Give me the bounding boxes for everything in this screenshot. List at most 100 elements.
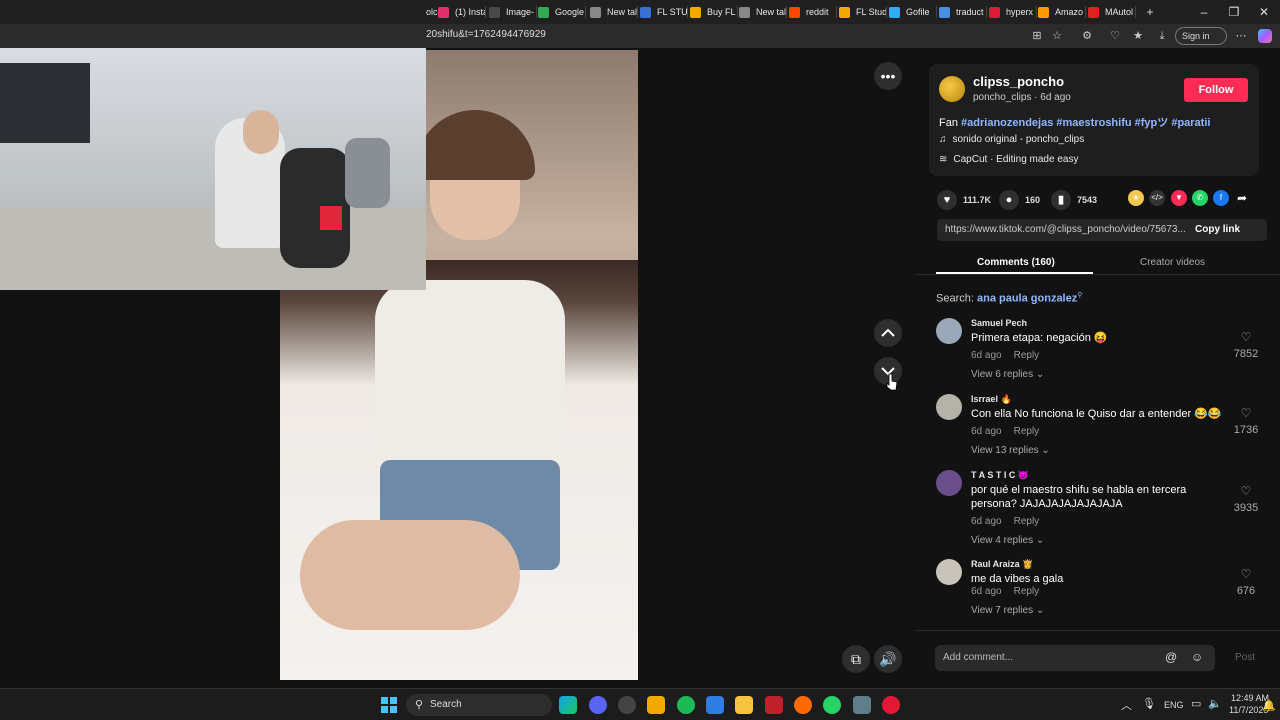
browser-tab[interactable]: Gofile <box>889 2 937 22</box>
obs-icon[interactable] <box>618 696 636 714</box>
browser-tab[interactable]: hyperx <box>989 2 1037 22</box>
save-stat[interactable]: ▮ 7543 <box>1051 190 1097 210</box>
reply-button[interactable]: Reply <box>1014 586 1040 597</box>
whatsapp-taskbar-icon[interactable] <box>823 696 841 714</box>
embed-icon[interactable]: </> <box>1149 190 1165 206</box>
search-term-link[interactable]: ana paula gonzalez <box>977 293 1077 305</box>
commenter-avatar[interactable] <box>936 559 962 585</box>
send-to-friends-icon[interactable]: ▼ <box>1171 190 1187 206</box>
extensions-icon[interactable]: ⚙ <box>1080 29 1094 43</box>
comment-input[interactable]: Add comment... @ ☺ <box>935 645 1215 671</box>
browser-tab[interactable]: FL Stud <box>839 2 887 22</box>
follow-button[interactable]: Follow <box>1184 78 1248 102</box>
tab-partial[interactable]: olc <box>426 2 438 22</box>
favorites-icon[interactable]: ★ <box>1131 29 1145 43</box>
app-available-icon[interactable]: ⊞ <box>1030 29 1044 43</box>
browser-tab[interactable]: MAutol <box>1088 2 1136 22</box>
author-avatar[interactable] <box>939 76 965 102</box>
show-hidden-icons-icon[interactable]: ︿ <box>1121 697 1132 713</box>
fl-studio-icon[interactable] <box>647 696 665 714</box>
repost-icon[interactable]: ★ <box>1128 190 1144 206</box>
new-tab-button[interactable]: + <box>1140 4 1160 20</box>
reply-button[interactable]: Reply <box>1014 516 1040 527</box>
favorite-star-icon[interactable]: ☆ <box>1050 29 1064 43</box>
hashtags[interactable]: #adrianozendejas #maestroshifu #fypツ #pa… <box>961 117 1210 129</box>
commenter-name[interactable]: T A S T I C 👿 <box>971 470 1029 481</box>
sound-row[interactable]: ♫ sonido original - poncho_clips <box>939 134 1084 145</box>
commenter-name[interactable]: Samuel Pech <box>971 318 1027 328</box>
edge-icon[interactable] <box>559 696 577 714</box>
view-replies-button[interactable]: View 6 replies ⌄ <box>971 369 1044 380</box>
browser-essentials-icon[interactable]: ♡ <box>1108 29 1122 43</box>
comment-stat[interactable]: ● 160 <box>999 190 1040 210</box>
like-stat[interactable]: ♥ 111.7K <box>937 190 991 210</box>
speaker-icon[interactable]: 🔈 <box>1208 697 1222 710</box>
browser-tab[interactable]: (1) Insta <box>438 2 486 22</box>
commenter-avatar[interactable] <box>936 470 962 496</box>
more-options-button[interactable]: ••• <box>874 62 902 90</box>
brave-icon[interactable] <box>794 696 812 714</box>
browser-tab[interactable]: traduct <box>939 2 987 22</box>
url-field[interactable]: 20shifu&t=1762494476929 <box>426 29 546 40</box>
reply-button[interactable]: Reply <box>1014 350 1040 361</box>
previous-video-button[interactable] <box>874 319 902 347</box>
commenter-name[interactable]: Isrrael 🔥 <box>971 394 1012 405</box>
close-window-button[interactable]: ✕ <box>1254 4 1274 20</box>
volume-button[interactable]: 🔊 <box>874 645 902 673</box>
notifications-icon[interactable]: 🔔 <box>1262 699 1276 712</box>
hyperx-icon[interactable] <box>882 696 900 714</box>
browser-tab[interactable]: FL STUI <box>640 2 688 22</box>
commenter-avatar[interactable] <box>936 318 962 344</box>
settings-icon[interactable] <box>853 696 871 714</box>
mention-icon[interactable]: @ <box>1165 650 1177 664</box>
file-explorer-icon[interactable] <box>735 696 753 714</box>
downloads-icon[interactable]: ⤓ <box>1155 29 1169 43</box>
floating-player-button[interactable]: ⧉ <box>842 645 870 673</box>
network-icon[interactable]: ▭ <box>1191 697 1201 710</box>
browser-tab[interactable]: New tal <box>590 2 638 22</box>
view-replies-button[interactable]: View 7 replies ⌄ <box>971 605 1044 616</box>
post-button[interactable]: Post <box>1235 652 1255 663</box>
browser-tab[interactable]: Google <box>538 2 586 22</box>
heart-icon[interactable]: ♥ <box>937 190 957 210</box>
share-arrow-icon[interactable]: ➦ <box>1234 190 1250 206</box>
copy-link-button[interactable]: Copy link <box>1195 224 1240 235</box>
more-menu-icon[interactable]: ⋯ <box>1234 29 1248 43</box>
tab-creator-videos[interactable]: Creator videos <box>1140 257 1205 268</box>
browser-tab[interactable]: New tal <box>739 2 787 22</box>
browser-tab[interactable]: Amazo <box>1038 2 1086 22</box>
emoji-icon[interactable]: ☺ <box>1191 650 1203 664</box>
author-name[interactable]: clipss_poncho <box>973 74 1064 89</box>
microphone-icon[interactable]: 🎙 <box>1142 697 1156 710</box>
commenter-name[interactable]: Raul Araiza 👸 <box>971 559 1033 570</box>
copilot-icon[interactable] <box>1258 29 1272 43</box>
comment-like-icon[interactable]: ♡ <box>1231 406 1261 420</box>
maximize-button[interactable]: ❐ <box>1224 4 1244 20</box>
bookmark-icon[interactable]: ▮ <box>1051 190 1071 210</box>
browser-tab[interactable]: reddit <box>789 2 837 22</box>
capcut-row[interactable]: ≋ CapCut · Editing made easy <box>939 154 1078 165</box>
taskbar-search[interactable]: ⚲ Search <box>406 694 552 716</box>
spotify-icon[interactable] <box>677 696 695 714</box>
facebook-icon[interactable]: f <box>1213 190 1229 206</box>
view-replies-button[interactable]: View 4 replies ⌄ <box>971 535 1044 546</box>
comment-like-icon[interactable]: ♡ <box>1231 330 1261 344</box>
browser-tab[interactable]: Buy FL <box>690 2 738 22</box>
comment-like-icon[interactable]: ♡ <box>1231 484 1261 498</box>
comment-like-icon[interactable]: ♡ <box>1231 567 1261 581</box>
commenter-avatar[interactable] <box>936 394 962 420</box>
language-indicator[interactable]: ENG <box>1164 700 1184 710</box>
app-red-icon[interactable] <box>765 696 783 714</box>
view-replies-button[interactable]: View 13 replies ⌄ <box>971 445 1050 456</box>
whatsapp-icon[interactable]: ✆ <box>1192 190 1208 206</box>
photos-icon[interactable] <box>706 696 724 714</box>
video-link[interactable]: https://www.tiktok.com/@clipss_poncho/vi… <box>945 224 1186 235</box>
minimize-button[interactable]: – <box>1194 4 1214 20</box>
discord-icon[interactable] <box>589 696 607 714</box>
comment-bubble-icon[interactable]: ● <box>999 190 1019 210</box>
start-button[interactable] <box>381 697 397 713</box>
reply-button[interactable]: Reply <box>1014 426 1040 437</box>
sign-in-button[interactable]: Sign in <box>1175 27 1227 45</box>
tab-comments[interactable]: Comments (160) <box>977 257 1055 268</box>
browser-tab[interactable]: Image- <box>489 2 537 22</box>
